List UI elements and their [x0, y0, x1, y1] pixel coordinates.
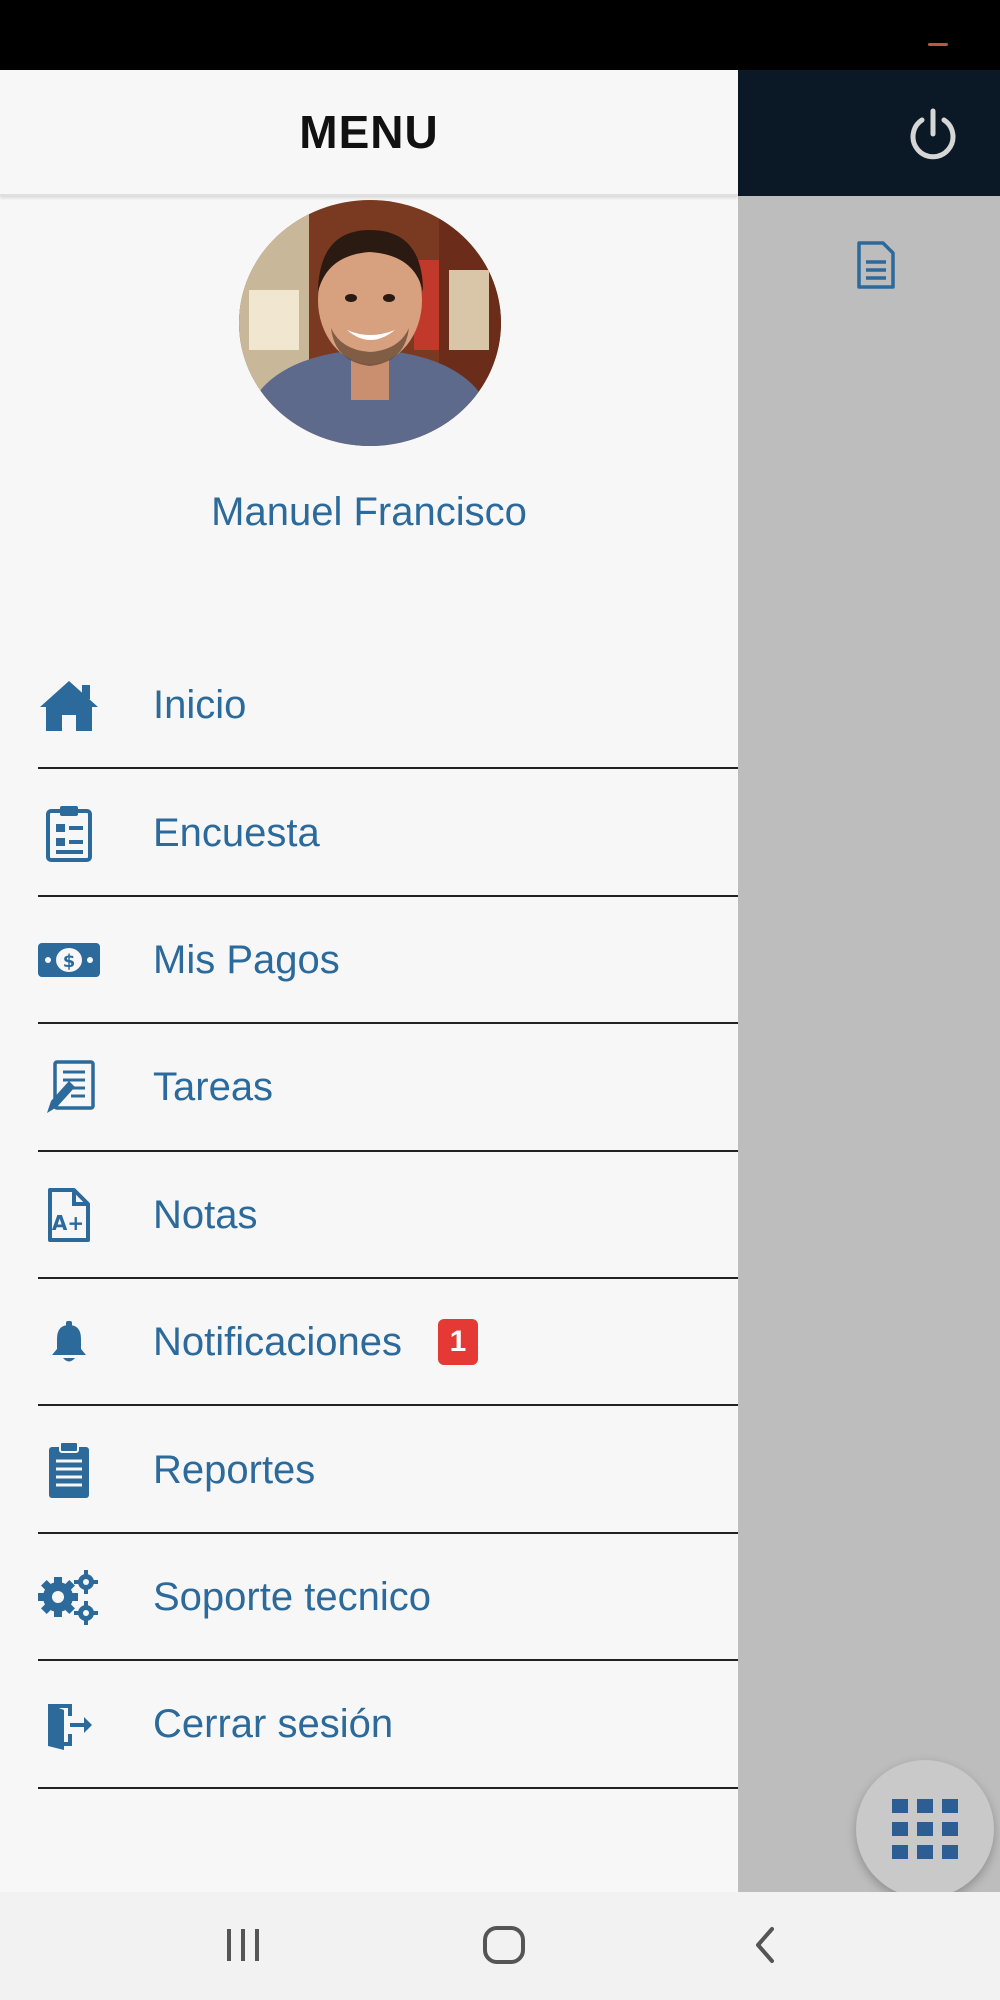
svg-text:$: $: [63, 951, 76, 972]
avatar[interactable]: [239, 200, 501, 446]
grade-document-icon: A+: [36, 1185, 102, 1245]
power-icon: [910, 108, 956, 160]
menu-item-mis-pagos[interactable]: $ Mis Pagos: [0, 897, 738, 1025]
drawer-header: MENU: [0, 70, 738, 196]
menu-item-label: Soporte tecnico: [153, 1574, 431, 1619]
recent-apps-button[interactable]: [203, 1912, 283, 1978]
back-chevron-icon: [756, 1927, 774, 1963]
menu-item-label: Mis Pagos: [153, 937, 340, 982]
menu-item-label: Encuesta: [153, 810, 320, 855]
apps-grid-button[interactable]: [856, 1760, 994, 1898]
system-nav-bar: [0, 1892, 1000, 2000]
money-bill-icon: $: [36, 930, 102, 990]
document-icon[interactable]: [855, 240, 897, 290]
avatar-photo: [239, 200, 501, 446]
svg-text:A+: A+: [52, 1211, 84, 1235]
report-clipboard-icon: [36, 1440, 102, 1500]
menu-item-label: Notas: [153, 1192, 258, 1237]
menu-item-label: Notificaciones: [153, 1320, 403, 1365]
notification-badge: 1: [438, 1318, 478, 1365]
menu-item-label: Reportes: [153, 1447, 316, 1492]
power-button[interactable]: [904, 106, 962, 164]
recent-apps-icon: [227, 1929, 259, 1961]
task-pencil-icon: [36, 1058, 102, 1118]
divider: [38, 1786, 738, 1789]
menu-item-label: Inicio: [153, 683, 247, 728]
home-circle-icon: [483, 1926, 525, 1964]
menu-item-reportes[interactable]: Reportes: [0, 1406, 738, 1534]
bell-icon: [36, 1313, 102, 1373]
menu-item-inicio[interactable]: Inicio: [0, 642, 738, 770]
status-indicator: [928, 43, 948, 46]
drawer-title: MENU: [299, 106, 439, 158]
home-button[interactable]: [464, 1912, 544, 1978]
home-icon: [36, 676, 102, 736]
dimmed-content-area[interactable]: [738, 196, 1000, 1892]
status-bar: [0, 0, 1000, 70]
menu-item-label: Tareas: [153, 1065, 274, 1110]
menu-item-notas[interactable]: A+ Notas: [0, 1152, 738, 1279]
menu-item-label: Cerrar sesión: [153, 1702, 394, 1747]
menu-item-encuesta[interactable]: Encuesta: [0, 769, 738, 897]
navigation-drawer: MENU Manuel Francisco Inicio Encuesta $ …: [0, 70, 738, 1892]
grid-icon: [892, 1799, 958, 1859]
menu-item-soporte-tecnico[interactable]: Soporte tecnico: [0, 1534, 738, 1662]
menu-item-tareas[interactable]: Tareas: [0, 1024, 738, 1152]
menu-item-cerrar-sesion[interactable]: Cerrar sesión: [0, 1661, 738, 1789]
user-name: Manuel Francisco: [211, 490, 527, 534]
gears-icon: [36, 1567, 102, 1627]
menu-item-notificaciones[interactable]: Notificaciones 1: [0, 1279, 738, 1407]
back-button[interactable]: [725, 1912, 805, 1978]
sign-out-icon: [36, 1695, 102, 1755]
survey-clipboard-icon: [36, 803, 102, 863]
drawer-menu: Inicio Encuesta $ Mis Pagos Tareas A+ No…: [0, 642, 738, 1789]
